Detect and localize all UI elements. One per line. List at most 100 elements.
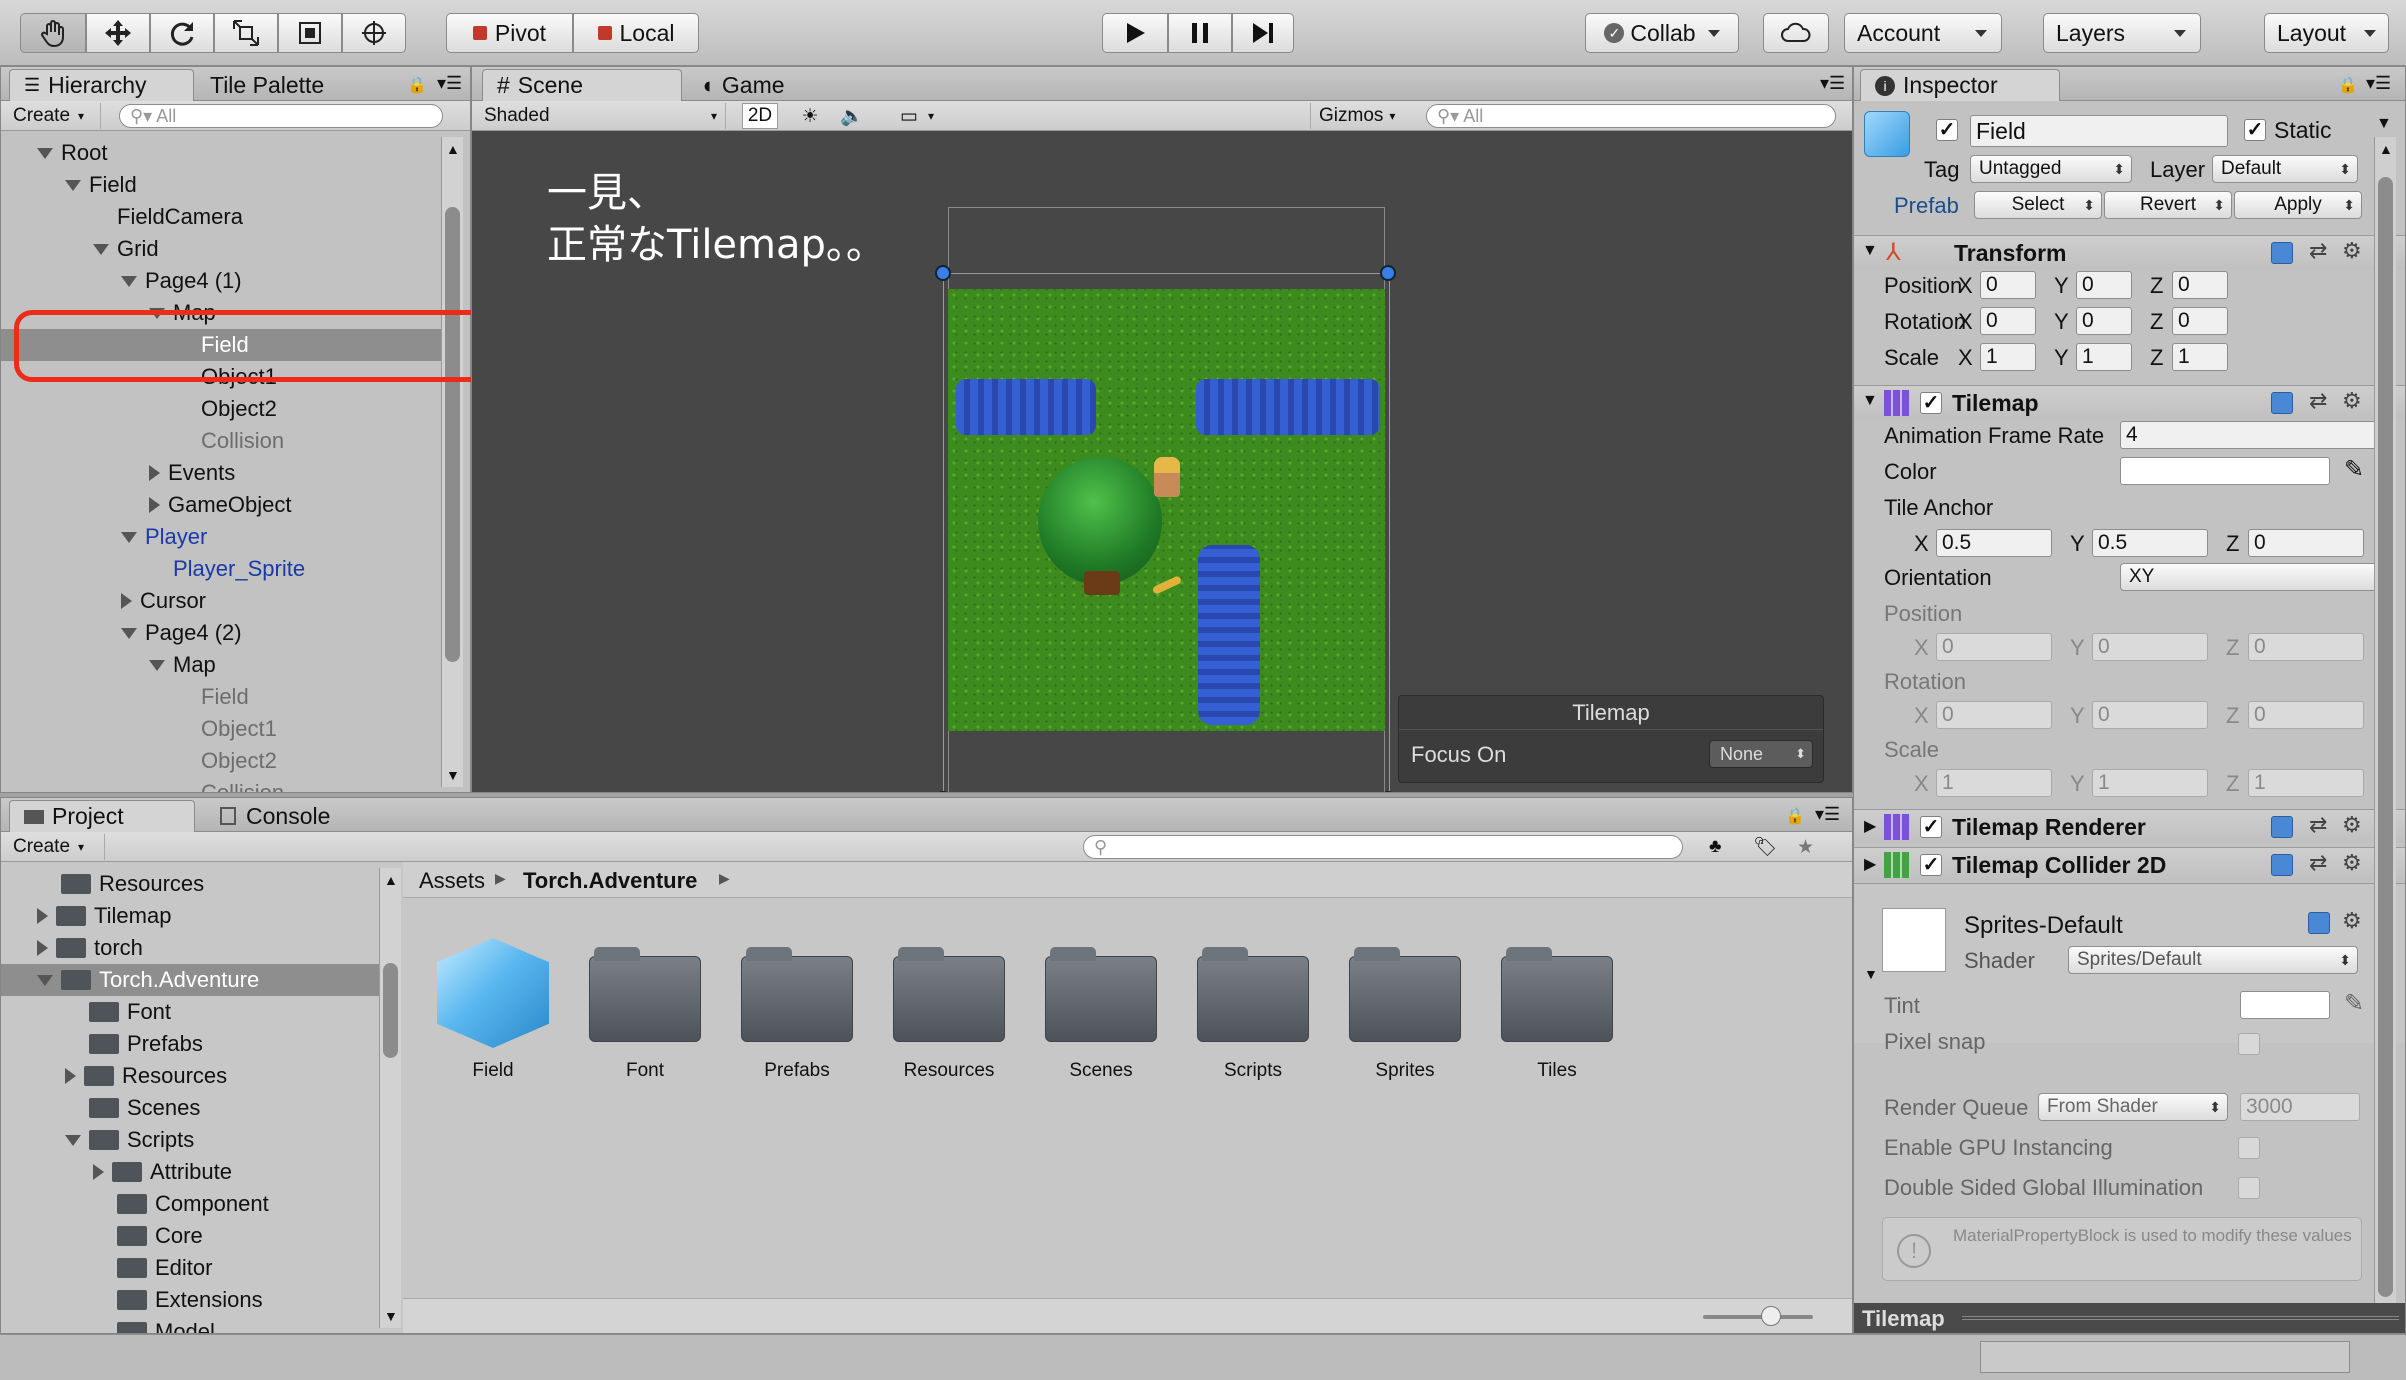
inspector-scroll-thumb[interactable] — [2378, 177, 2393, 1297]
prefab-select-button[interactable]: Select — [1974, 191, 2102, 219]
hierarchy-item[interactable]: Object2 — [1, 745, 441, 777]
lock-icon[interactable]: 🔒 — [2338, 75, 2358, 95]
icon-size-slider-thumb[interactable] — [1761, 1306, 1781, 1326]
gear-icon[interactable]: ⚙ — [2342, 238, 2362, 264]
account-dropdown[interactable]: Account — [1844, 13, 2002, 53]
audio-toggle[interactable]: 🔈 — [832, 103, 872, 129]
y-value-field[interactable]: 0 — [2076, 307, 2132, 335]
hierarchy-item[interactable]: Field — [1, 681, 441, 713]
project-folder-item[interactable]: torch — [1, 932, 379, 964]
static-checkbox[interactable]: ✓ — [2244, 119, 2266, 141]
panel-menu-icon[interactable]: ▾☰ — [2366, 73, 2391, 94]
hierarchy-item[interactable]: Player_Sprite — [1, 553, 441, 585]
foldout-right-icon[interactable] — [93, 1164, 104, 1180]
foldout-down-icon[interactable] — [65, 179, 81, 191]
eyedropper-icon[interactable]: ✎ — [2344, 989, 2364, 1018]
cloud-button[interactable] — [1763, 13, 1829, 53]
project-tree-scrollbar[interactable]: ▲ ▼ — [379, 868, 401, 1328]
foldout-right-icon[interactable] — [37, 940, 48, 956]
z-value-field[interactable]: 1 — [2248, 769, 2364, 797]
tilemap-renderer-header[interactable]: ▶ ✓ Tilemap Renderer ⇄ ⚙ — [1854, 809, 2405, 843]
preset-icon[interactable]: ⇄ — [2309, 238, 2327, 264]
help-book-icon[interactable] — [2271, 242, 2293, 264]
transform-tool-button[interactable] — [342, 13, 406, 53]
y-value-field[interactable]: 1 — [2092, 769, 2208, 797]
preset-icon[interactable]: ⇄ — [2309, 812, 2327, 838]
local-toggle[interactable]: Local — [573, 13, 699, 53]
tab-scene[interactable]: # Scene — [482, 69, 682, 101]
step-button[interactable] — [1232, 13, 1294, 53]
help-book-icon[interactable] — [2271, 854, 2293, 876]
hierarchy-item[interactable]: Collision — [1, 425, 441, 457]
eyedropper-icon[interactable]: ✎ — [2344, 455, 2364, 484]
hierarchy-item[interactable]: Field — [1, 169, 441, 201]
project-tree-scroll-thumb[interactable] — [383, 963, 398, 1058]
lock-icon[interactable]: 🔒 — [407, 75, 427, 95]
asset-item[interactable]: Field — [423, 938, 563, 1088]
breadcrumb-assets[interactable]: Assets — [419, 868, 485, 894]
project-folder-item[interactable]: Font — [1, 996, 379, 1028]
inspector-scrollbar[interactable]: ▲ ▼ — [2374, 137, 2396, 1333]
chevron-down-icon[interactable]: ▼ — [2376, 115, 2392, 133]
foldout-right-icon[interactable] — [65, 1068, 76, 1084]
foldout-right-icon[interactable]: ▶ — [1864, 816, 1876, 836]
z-value-field[interactable]: 0 — [2248, 529, 2364, 557]
handle-top-right[interactable] — [1380, 265, 1396, 281]
tab-console[interactable]: Console — [206, 800, 406, 832]
foldout-right-icon[interactable] — [149, 465, 160, 481]
asset-item[interactable]: Sprites — [1335, 938, 1475, 1088]
hierarchy-search-input[interactable]: ⚲▾ All — [119, 104, 443, 128]
render-queue-field[interactable]: 3000 — [2240, 1093, 2360, 1121]
foldout-down-icon[interactable]: ▼ — [1862, 242, 1878, 260]
shading-mode-dropdown[interactable]: Shaded ▾ — [476, 103, 726, 129]
project-folder-item[interactable]: Scripts — [1, 1124, 379, 1156]
x-value-field[interactable]: 0 — [1936, 633, 2052, 661]
hand-tool-button[interactable] — [20, 13, 86, 53]
x-value-field[interactable]: 0.5 — [1936, 529, 2052, 557]
x-value-field[interactable]: 1 — [1936, 769, 2052, 797]
tab-project[interactable]: Project — [9, 800, 195, 832]
foldout-down-icon[interactable] — [37, 147, 53, 159]
gear-icon[interactable]: ⚙ — [2342, 908, 2362, 934]
y-value-field[interactable]: 0 — [2076, 271, 2132, 299]
hierarchy-item[interactable]: Grid — [1, 233, 441, 265]
preset-icon[interactable]: ⇄ — [2309, 388, 2327, 414]
pivot-toggle[interactable]: Pivot — [446, 13, 573, 53]
hierarchy-item[interactable]: Object1 — [1, 713, 441, 745]
y-value-field[interactable]: 0.5 — [2092, 529, 2208, 557]
hierarchy-item[interactable]: Page4 (1) — [1, 265, 441, 297]
collab-dropdown[interactable]: ✓ Collab — [1585, 13, 1739, 53]
pause-button[interactable] — [1168, 13, 1232, 53]
color-field[interactable] — [2120, 457, 2330, 485]
panel-menu-icon[interactable]: ▾☰ — [1820, 73, 1845, 94]
help-book-icon[interactable] — [2271, 392, 2293, 414]
layers-dropdown[interactable]: Layers — [2043, 13, 2201, 53]
foldout-down-icon[interactable] — [93, 243, 109, 255]
hierarchy-item[interactable]: Player — [1, 521, 441, 553]
foldout-right-icon[interactable] — [37, 908, 48, 924]
foldout-down-icon[interactable] — [37, 974, 53, 986]
preset-icon[interactable]: ⇄ — [2309, 850, 2327, 876]
breadcrumb-torch-adventure[interactable]: Torch.Adventure — [523, 868, 697, 894]
gear-icon[interactable]: ⚙ — [2342, 850, 2362, 876]
project-folder-item[interactable]: Torch.Adventure — [1, 964, 379, 996]
hierarchy-item[interactable]: FieldCamera — [1, 201, 441, 233]
project-folder-item[interactable]: Attribute — [1, 1156, 379, 1188]
foldout-down-icon[interactable] — [121, 627, 137, 639]
tint-color-field[interactable] — [2240, 991, 2330, 1019]
lighting-toggle[interactable]: ☀ — [790, 103, 830, 129]
layer-dropdown[interactable]: Default — [2212, 155, 2358, 183]
tilemap-collider-header[interactable]: ▶ ✓ Tilemap Collider 2D ⇄ ⚙ — [1854, 847, 2405, 881]
project-folder-item[interactable]: Tilemap — [1, 900, 379, 932]
hierarchy-item[interactable]: Map — [1, 649, 441, 681]
tilemap-collider-checkbox[interactable]: ✓ — [1920, 854, 1942, 876]
z-value-field[interactable]: 0 — [2248, 701, 2364, 729]
foldout-down-icon[interactable]: ▼ — [1864, 966, 1878, 982]
preview-drag-handle[interactable] — [1962, 1316, 2399, 1320]
gear-icon[interactable]: ⚙ — [2342, 812, 2362, 838]
anim-rate-field[interactable]: 4 — [2120, 421, 2396, 449]
tilemap-enabled-checkbox[interactable]: ✓ — [1920, 392, 1942, 414]
foldout-down-icon[interactable] — [65, 1134, 81, 1146]
icon-size-slider[interactable] — [1703, 1315, 1813, 1319]
foldout-down-icon[interactable]: ▼ — [1862, 392, 1878, 410]
